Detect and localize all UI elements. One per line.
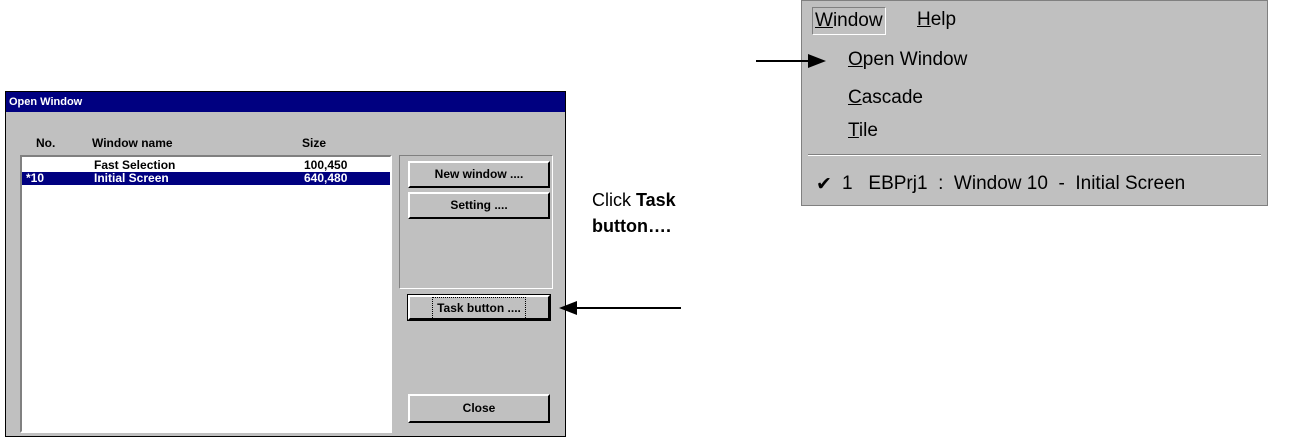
column-header-size: Size: [302, 136, 327, 150]
task-button-label: Task button ....: [432, 297, 526, 320]
menu-separator: [808, 154, 1261, 156]
new-window-button[interactable]: New window ....: [408, 161, 550, 188]
list-item-selected[interactable]: *10 Initial Screen 640,480: [22, 172, 390, 185]
row-size: 640,480: [304, 171, 348, 185]
menu-help[interactable]: Help: [917, 7, 956, 33]
menu-bar: Window Help: [802, 1, 1267, 37]
checkmark-icon: ✔: [816, 174, 832, 195]
menu-window-rest: indow: [832, 10, 883, 31]
dialog-title: Open Window: [6, 92, 565, 112]
instruction-callout: Click Task button….: [592, 187, 722, 239]
setting-button[interactable]: Setting ....: [408, 192, 550, 219]
arrow-to-task-button-icon: [559, 301, 681, 315]
arrow-to-open-window-icon: [756, 54, 826, 68]
row-name: Initial Screen: [94, 171, 169, 185]
menu-item-cascade[interactable]: Cascade: [848, 87, 923, 109]
row-no: *10: [26, 171, 45, 185]
task-button[interactable]: Task button ....: [407, 294, 551, 321]
window-list[interactable]: Fast Selection 100,450 *10 Initial Scree…: [20, 155, 392, 433]
column-header-no: No.: [36, 136, 56, 150]
menu-window[interactable]: Window: [812, 7, 886, 35]
column-header-window-name: Window name: [92, 136, 173, 150]
close-button[interactable]: Close: [408, 394, 550, 423]
menu-item-open-window[interactable]: Open Window: [848, 49, 967, 71]
callout-prefix: Click: [592, 190, 636, 210]
open-window-dialog: Open Window No. Window name Size Fast Se…: [5, 91, 566, 437]
menu-item-tile[interactable]: Tile: [848, 120, 878, 142]
window-menu: Window Help Open Window Cascade Tile ✔ 1…: [801, 0, 1268, 206]
menu-help-rest: elp: [930, 9, 957, 30]
menu-item-window-entry[interactable]: 1 EBPrj1 : Window 10 - Initial Screen: [842, 173, 1185, 195]
